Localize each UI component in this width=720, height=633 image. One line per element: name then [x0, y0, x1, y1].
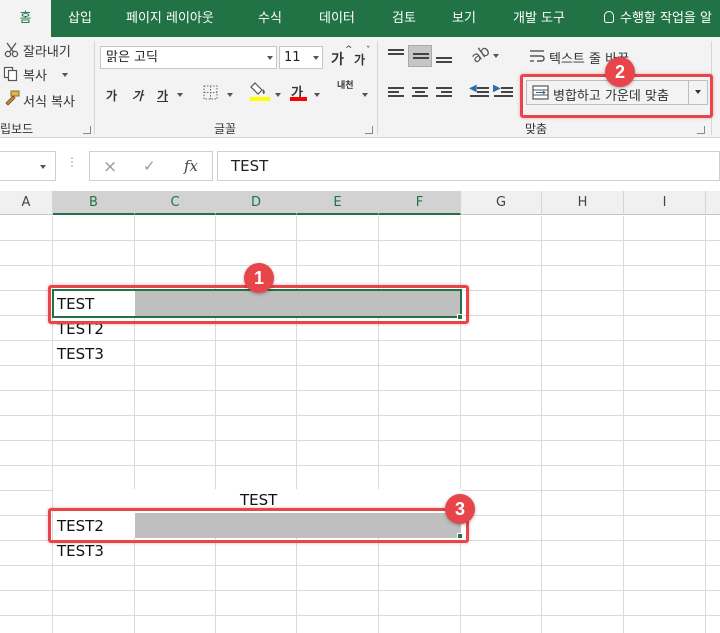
- font-name-value: 맑은 고딕: [106, 50, 158, 65]
- column-header-h[interactable]: H: [542, 191, 624, 215]
- tab-view[interactable]: 보기: [452, 0, 476, 37]
- column-header-f[interactable]: F: [379, 191, 461, 215]
- font-color-swatch: [290, 97, 307, 101]
- caret-down-icon: ˇ: [366, 46, 371, 56]
- column-header-i[interactable]: I: [624, 191, 706, 215]
- step-badge-2: 2: [605, 57, 635, 87]
- bold-button[interactable]: 가: [106, 87, 117, 104]
- column-header-d[interactable]: D: [216, 191, 297, 215]
- format-painter-label: 서식 복사: [23, 95, 75, 110]
- fill-color-swatch: [250, 97, 270, 101]
- font-size-value: 11: [284, 50, 301, 65]
- formula-bar: ⋮ × ✓ fx TEST: [0, 144, 720, 188]
- ribbon-tab-bar: 홈 삽입 페이지 레이아웃 수식 데이터 검토 보기 개발 도구 수행할 작업을…: [0, 0, 720, 37]
- cancel-icon[interactable]: ×: [103, 157, 117, 177]
- column-header-c[interactable]: C: [135, 191, 216, 215]
- column-header-e[interactable]: E: [297, 191, 379, 215]
- font-dialog-launcher-icon[interactable]: [365, 126, 373, 134]
- font-size-select[interactable]: 11: [279, 46, 323, 69]
- chevron-down-icon: [62, 73, 68, 77]
- wrap-text-icon: [530, 50, 545, 62]
- tab-home[interactable]: 홈: [0, 0, 51, 37]
- tell-me-search[interactable]: 수행할 작업을 알: [604, 0, 712, 37]
- tab-insert[interactable]: 삽입: [68, 0, 92, 37]
- tab-review[interactable]: 검토: [392, 0, 416, 37]
- font-name-select[interactable]: 맑은 고딕: [100, 46, 277, 69]
- chevron-down-icon: [314, 93, 320, 97]
- alignment-dialog-launcher-icon[interactable]: [697, 126, 705, 134]
- copy-icon: [3, 66, 18, 82]
- chevron-down-icon[interactable]: [177, 93, 183, 97]
- name-box[interactable]: [0, 151, 56, 181]
- chevron-down-icon: [40, 165, 46, 169]
- lightbulb-icon: [604, 11, 614, 23]
- paint-bucket-icon: [250, 82, 265, 95]
- chevron-down-icon: [362, 93, 368, 97]
- group-separator: [377, 41, 378, 135]
- copy-label: 복사: [23, 69, 47, 84]
- tab-developer[interactable]: 개발 도구: [513, 0, 565, 37]
- grow-font-label: 가: [331, 52, 344, 68]
- chevron-down-icon: [493, 54, 499, 58]
- step-badge-1: 1: [244, 263, 274, 293]
- group-separator: [94, 41, 95, 135]
- step-badge-3: 3: [445, 494, 475, 524]
- cut-label: 잘라내기: [23, 45, 71, 60]
- align-top-button[interactable]: [384, 45, 408, 67]
- text-angle-icon: ab: [467, 41, 494, 67]
- border-grid-icon: [203, 85, 218, 100]
- column-header-b[interactable]: B: [53, 191, 135, 215]
- align-middle-button[interactable]: [408, 45, 432, 67]
- callout-box-3: [48, 508, 469, 543]
- cell-test3[interactable]: TEST3: [57, 345, 104, 363]
- chevron-down-icon: [275, 93, 281, 97]
- chevron-down-icon: [267, 56, 273, 60]
- tell-me-label: 수행할 작업을 알: [620, 11, 712, 26]
- clipboard-dialog-launcher-icon[interactable]: [83, 126, 91, 134]
- formula-input[interactable]: TEST: [217, 151, 720, 181]
- enter-icon[interactable]: ✓: [143, 157, 156, 175]
- italic-button[interactable]: 가: [132, 87, 143, 104]
- alignment-group-label: 맞춤: [525, 122, 548, 136]
- merged-cell-text: TEST: [240, 491, 278, 509]
- insert-function-button[interactable]: fx: [184, 157, 198, 175]
- cell-test3-bottom[interactable]: TEST3: [57, 542, 104, 560]
- underline-button[interactable]: 가: [157, 87, 168, 104]
- caret-up-icon: ^: [345, 45, 353, 55]
- column-header-a[interactable]: A: [0, 191, 53, 215]
- column-header-partial[interactable]: [706, 191, 720, 215]
- arrow-right-icon: ▶: [493, 83, 501, 94]
- arrow-left-icon: ◀: [469, 83, 477, 94]
- tab-page-layout[interactable]: 페이지 레이아웃: [126, 0, 214, 37]
- formula-bar-grip-icon[interactable]: ⋮: [66, 155, 78, 169]
- chevron-down-icon: [227, 93, 233, 97]
- tab-formulas[interactable]: 수식: [258, 0, 282, 37]
- formula-actions: × ✓ fx: [89, 151, 213, 181]
- chevron-down-icon: [313, 56, 319, 60]
- tab-data[interactable]: 데이터: [319, 0, 355, 37]
- clipboard-group-label: 립보드: [0, 122, 34, 136]
- scissors-icon: [4, 42, 19, 58]
- phonetic-label: 내천: [337, 81, 354, 91]
- align-bottom-button[interactable]: [432, 45, 456, 67]
- font-group-label: 글꼴: [214, 122, 237, 136]
- worksheet-grid[interactable]: [0, 216, 720, 633]
- shrink-font-label: 가: [354, 53, 366, 67]
- paintbrush-icon: [5, 90, 20, 106]
- column-header-g[interactable]: G: [461, 191, 542, 215]
